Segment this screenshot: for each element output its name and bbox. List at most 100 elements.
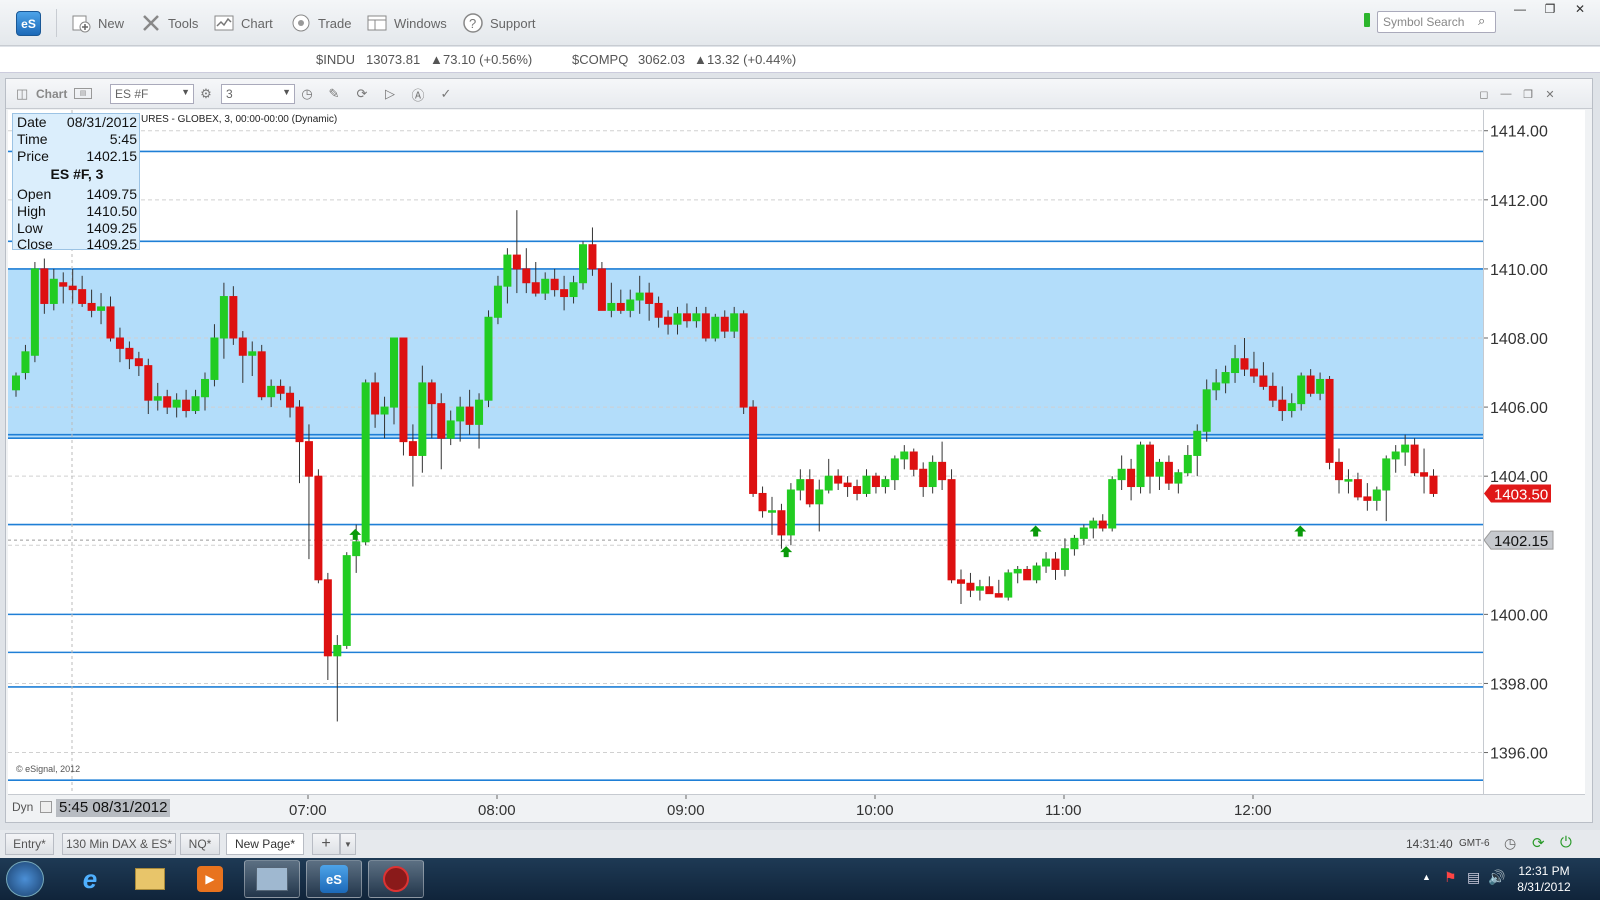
tray-network-icon[interactable]: ▤ [1467, 869, 1480, 886]
candle-down [276, 385, 285, 394]
refresh-icon[interactable]: ⟳ [352, 84, 372, 104]
chart-button[interactable]: Chart [213, 8, 273, 38]
add-tab-button[interactable]: + [312, 833, 340, 855]
layout-icon[interactable]: ◫ [16, 86, 28, 102]
pencil-icon[interactable]: ✎ [324, 84, 344, 104]
alert-icon[interactable]: Ⓐ [408, 84, 428, 104]
taskbar-clock[interactable]: 12:31 PM 8/31/2012 [1508, 863, 1580, 895]
candle-up [1221, 372, 1230, 384]
time-axis[interactable]: Dyn 5:45 08/31/2012 07:00 08:00 09:00 10:00… [8, 794, 1585, 820]
candle-down [323, 579, 332, 657]
window-close-icon[interactable]: ✕ [1540, 84, 1560, 104]
start-button[interactable] [6, 861, 44, 897]
esignal-logo[interactable]: eS [16, 11, 41, 36]
symbol-input[interactable]: ES #F ▼ [110, 84, 194, 104]
support-button[interactable]: ? Support [462, 8, 536, 38]
ticker-symbol-compq[interactable]: $COMPQ [572, 52, 628, 67]
candle-up [786, 489, 795, 536]
search-icon[interactable]: ⌕ [1478, 13, 1485, 29]
folder-icon [135, 868, 165, 890]
candle-down [59, 282, 68, 287]
tools-button[interactable]: Tools [140, 8, 198, 38]
clock-icon[interactable]: ◷ [1504, 835, 1516, 852]
candle-down [682, 313, 691, 322]
candle-up [1117, 468, 1126, 481]
close-button[interactable]: ✕ [1565, 0, 1595, 18]
new-button[interactable]: New [70, 8, 124, 38]
price-value: 1402.15 [86, 148, 137, 164]
trade-button[interactable]: Trade [290, 8, 351, 38]
app-taskbar[interactable] [368, 860, 424, 898]
clock-time: 12:31 PM [1518, 864, 1570, 878]
candle-down [78, 289, 87, 304]
windows-taskbar: e ▶ eS ▲ ⚑ ▤ 🔊 12:31 PM 8/31/2012 [0, 858, 1600, 900]
chart-window-title: Chart [36, 87, 68, 101]
tray-expand-icon[interactable]: ▲ [1422, 872, 1431, 882]
internet-explorer-taskbar[interactable]: e [62, 860, 118, 898]
explorer-taskbar[interactable] [122, 860, 178, 898]
candle-up [1202, 389, 1211, 432]
candle-up [361, 382, 370, 543]
media-player-taskbar[interactable]: ▶ [182, 860, 238, 898]
candle-down [843, 482, 852, 488]
candle-down [1249, 368, 1258, 377]
info-row-close: Close 1409.25 [17, 236, 137, 252]
candle-up [1287, 403, 1296, 412]
window-minimize-icon[interactable]: — [1496, 84, 1516, 104]
ticker-symbol-indu[interactable]: $INDU [316, 52, 355, 67]
tray-volume-icon[interactable]: 🔊 [1488, 869, 1505, 886]
refresh-icon[interactable]: ⟳ [1532, 834, 1545, 852]
chart-label: Chart [241, 15, 273, 31]
candle-up [352, 541, 361, 557]
price-tick-label: 1404.00 [1490, 469, 1548, 486]
interval-input[interactable]: 3 ▼ [221, 84, 295, 104]
candle-down [1306, 375, 1315, 394]
price-label: Price [17, 148, 49, 164]
link-icon[interactable]: ▤ [74, 88, 92, 99]
candle-down [1127, 468, 1136, 488]
candle-down [125, 347, 134, 360]
clock-icon[interactable]: ◷ [297, 84, 317, 104]
candle-up [796, 479, 805, 491]
window-maximize-icon[interactable]: ❐ [1518, 84, 1538, 104]
price-chart-area[interactable]: © eSignal, 2012 URES - GLOBEX, 3, 00:00-… [8, 110, 1483, 794]
window-restore-icon[interactable]: ◻ [1474, 84, 1494, 104]
candle-down [68, 285, 77, 291]
candle-up [1155, 461, 1164, 477]
candle-up [30, 268, 39, 356]
play-icon[interactable]: ▷ [380, 84, 400, 104]
time-axis-labels: 07:00 08:00 09:00 10:00 11:00 12:00 [289, 795, 1272, 819]
network-taskbar[interactable] [244, 860, 300, 898]
tab-130-min-dax-es[interactable]: 130 Min DAX & ES* [62, 833, 176, 855]
cursor-info-panel[interactable]: Date 08/31/2012 Time 5:45 Price 1402.15 ES … [12, 113, 140, 252]
candle-up [1297, 375, 1306, 405]
restore-button[interactable]: ❐ [1535, 0, 1565, 18]
toolbar-separator [56, 9, 57, 37]
esignal-taskbar[interactable]: eS [306, 860, 362, 898]
candle-down [654, 302, 663, 318]
candle-down [919, 468, 928, 488]
power-icon[interactable]: ⏻ [1560, 834, 1572, 851]
candle-up [768, 510, 776, 513]
price-axis[interactable]: 1414.00 1412.00 1410.00 1408.00 1406.00 1404.… [1483, 110, 1585, 794]
candle-down [720, 316, 729, 332]
tag-icon[interactable]: ✓ [436, 84, 456, 104]
buy-signal-arrow-icon [1294, 525, 1307, 537]
candle-up [579, 244, 587, 284]
candle-up [390, 337, 398, 408]
tab-nq[interactable]: NQ* [180, 833, 220, 855]
tab-menu-chevron-icon[interactable]: ▼ [340, 833, 356, 855]
interval-value: 3 [226, 87, 233, 101]
tray-flag-icon[interactable]: ⚑ [1444, 869, 1457, 886]
candle-down [1051, 558, 1060, 570]
tab-entry[interactable]: Entry* [5, 833, 54, 855]
windows-button[interactable]: Windows [366, 8, 447, 38]
candle-down [286, 392, 295, 408]
candle-up [541, 278, 550, 294]
chart-subtitle: URES - GLOBEX, 3, 00:00-00:00 (Dynamic) [141, 114, 338, 125]
settings-icon[interactable]: ⚙ [196, 84, 216, 104]
candle-down [871, 475, 880, 488]
tab-new-page[interactable]: New Page* [226, 833, 304, 855]
candle-down [1023, 568, 1032, 581]
minimize-button[interactable]: — [1505, 0, 1535, 18]
